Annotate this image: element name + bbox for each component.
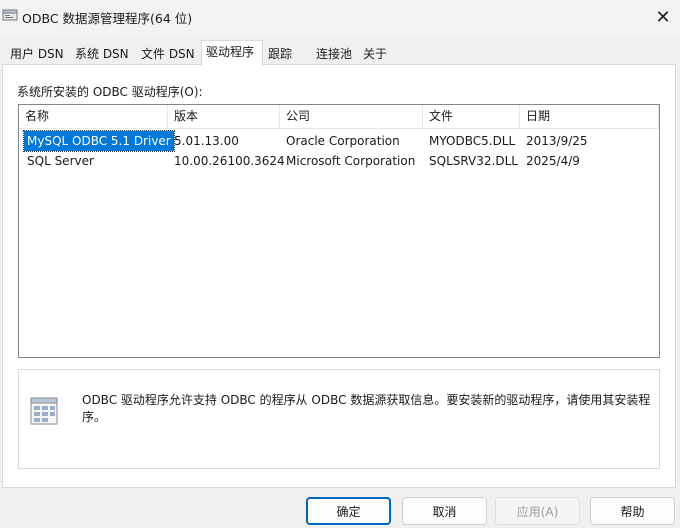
driver-file-cell: SQLSRV32.DLL — [429, 154, 518, 168]
driver-document-icon — [30, 397, 58, 425]
info-description: ODBC 驱动程序允许支持 ODBC 的程序从 ODBC 数据源获取信息。要安装… — [82, 393, 651, 424]
tab-tracing[interactable]: 跟踪 — [263, 42, 297, 65]
tab-user-dsn[interactable]: 用户 DSN — [5, 42, 66, 65]
tab-file-dsn[interactable]: 文件 DSN — [136, 42, 198, 65]
driver-company-cell: Microsoft Corporation — [286, 154, 416, 168]
cancel-button[interactable]: 取消 — [402, 497, 487, 525]
driver-date-cell: 2013/9/25 — [526, 134, 588, 148]
drivers-list-caption: 系统所安装的 ODBC 驱动程序(O): — [17, 85, 203, 99]
close-icon: ✕ — [655, 6, 671, 28]
column-header-name[interactable]: 名称 — [19, 105, 168, 128]
title-bar: ODBC 数据源管理程序(64 位) ✕ — [0, 0, 680, 34]
close-button[interactable]: ✕ — [646, 0, 680, 34]
column-header-date[interactable]: 日期 — [520, 105, 659, 128]
column-header-version[interactable]: 版本 — [168, 105, 280, 128]
tab-connection-pooling[interactable]: 连接池 — [311, 42, 356, 65]
driver-file-cell: MYODBC5.DLL — [429, 134, 516, 148]
column-header-file[interactable]: 文件 — [423, 105, 520, 128]
column-header-company[interactable]: 公司 — [280, 105, 423, 128]
driver-company-cell: Oracle Corporation — [286, 134, 400, 148]
table-row[interactable]: SQL Server 10.00.26100.3624 Microsoft Co… — [19, 151, 659, 171]
drivers-listview[interactable]: 名称 版本 公司 文件 日期 MySQL ODBC 5.1 Driver 5.0… — [18, 104, 660, 358]
driver-version-cell: 5.01.13.00 — [174, 134, 239, 148]
info-box: ODBC 驱动程序允许支持 ODBC 的程序从 ODBC 数据源获取信息。要安装… — [18, 369, 660, 469]
tab-drivers[interactable]: 驱动程序 — [201, 40, 263, 66]
driver-date-cell: 2025/4/9 — [526, 154, 580, 168]
driver-version-cell: 10.00.26100.3624 — [174, 154, 285, 168]
listview-header: 名称 版本 公司 文件 日期 — [19, 105, 659, 129]
apply-button[interactable]: 应用(A) — [495, 497, 580, 525]
odbc-app-icon — [2, 9, 18, 21]
driver-name-cell: MySQL ODBC 5.1 Driver — [23, 130, 175, 152]
tab-about[interactable]: 关于 — [358, 42, 398, 65]
ok-button[interactable]: 确定 — [306, 497, 391, 525]
driver-name-cell: SQL Server — [27, 154, 94, 168]
table-row[interactable]: MySQL ODBC 5.1 Driver 5.01.13.00 Oracle … — [19, 130, 659, 152]
window-title: ODBC 数据源管理程序(64 位) — [22, 11, 193, 26]
tab-strip: 用户 DSN 系统 DSN 文件 DSN 驱动程序 跟踪 连接池 关于 — [0, 40, 680, 66]
help-button[interactable]: 帮助 — [590, 497, 675, 525]
tab-system-dsn[interactable]: 系统 DSN — [70, 42, 131, 65]
drivers-tab-panel: 系统所安装的 ODBC 驱动程序(O): 名称 版本 公司 文件 日期 MySQ… — [2, 64, 676, 488]
